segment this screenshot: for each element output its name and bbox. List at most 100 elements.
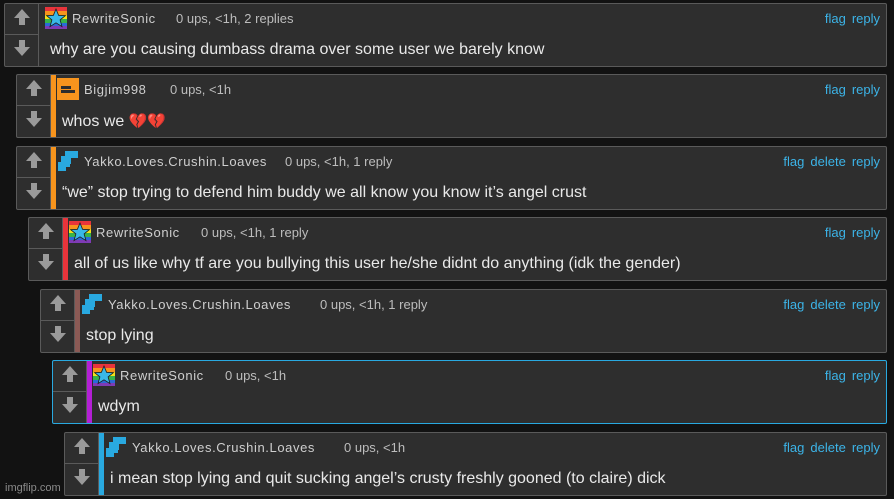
thread-depth-stripe <box>51 147 56 209</box>
reply-link[interactable]: reply <box>852 11 880 26</box>
comment-text: whos we <box>62 113 125 130</box>
reply-link[interactable]: reply <box>852 225 880 240</box>
arrow-up-icon <box>13 8 31 31</box>
vote-column <box>65 433 99 495</box>
comment-text: i mean stop lying and quit sucking angel… <box>110 470 666 487</box>
comment-meta: 0 ups, <1h <box>344 440 406 455</box>
reply-link[interactable]: reply <box>852 440 880 455</box>
delete-link[interactable]: delete <box>810 440 845 455</box>
comment-text: stop lying <box>86 327 154 344</box>
comment-author[interactable]: Bigjim998 <box>84 82 147 97</box>
upvote-button[interactable] <box>5 4 38 35</box>
arrow-down-icon <box>61 396 79 419</box>
thread-depth-stripe <box>51 75 56 137</box>
flag-link[interactable]: flag <box>783 297 804 312</box>
downvote-button[interactable] <box>17 177 50 209</box>
thread-depth-stripe <box>63 218 68 280</box>
arrow-up-icon <box>25 151 43 174</box>
comment-actions: flag delete reply <box>777 154 880 169</box>
arrow-up-icon <box>25 79 43 102</box>
arrow-down-icon <box>25 110 43 133</box>
downvote-button[interactable] <box>29 248 62 280</box>
vote-column <box>29 218 63 280</box>
arrow-up-icon <box>61 365 79 388</box>
comment-actions: flag reply <box>819 225 880 240</box>
comment-body: whos we 💔💔 <box>62 112 166 131</box>
comment-meta: 0 ups, <1h <box>170 82 232 97</box>
comment-author[interactable]: Yakko.Loves.Crushin.Loaves <box>108 297 291 312</box>
flag-link[interactable]: flag <box>825 225 846 240</box>
comment: RewriteSonic 0 ups, <1h, 1 reply flag reply… <box>28 217 887 281</box>
comment-meta: 0 ups, <1h, 1 reply <box>201 225 309 240</box>
comment-actions: flag reply <box>819 11 880 26</box>
comment-meta: 0 ups, <1h <box>225 368 287 383</box>
blue-pixel-icon[interactable] <box>57 150 79 172</box>
comment-actions: flag delete reply <box>777 297 880 312</box>
vote-column <box>53 361 87 423</box>
vote-column <box>17 147 51 209</box>
comment-author[interactable]: RewriteSonic <box>96 225 180 240</box>
downvote-button[interactable] <box>5 34 38 66</box>
comment: Bigjim998 0 ups, <1h flag reply whos we 💔💔 <box>16 74 887 138</box>
downvote-button[interactable] <box>65 463 98 495</box>
flag-link[interactable]: flag <box>825 11 846 26</box>
upvote-button[interactable] <box>53 361 86 392</box>
vote-column <box>17 75 51 137</box>
upvote-button[interactable] <box>41 290 74 321</box>
comment-body: “we” stop trying to defend him buddy we … <box>62 184 586 202</box>
flag-link[interactable]: flag <box>783 440 804 455</box>
arrow-down-icon <box>13 39 31 62</box>
upvote-button[interactable] <box>17 75 50 106</box>
upvote-button[interactable] <box>17 147 50 178</box>
reply-link[interactable]: reply <box>852 297 880 312</box>
comment: Yakko.Loves.Crushin.Loaves 0 ups, <1h, 1 … <box>16 146 887 210</box>
comment-body: i mean stop lying and quit sucking angel… <box>110 470 666 488</box>
rainbow-star-icon[interactable] <box>69 221 91 243</box>
comment-text: all of us like why tf are you bullying t… <box>74 255 681 272</box>
flag-link[interactable]: flag <box>825 368 846 383</box>
comment-meta: 0 ups, <1h, 2 replies <box>176 11 294 26</box>
blue-pixel-icon[interactable] <box>105 436 127 458</box>
arrow-down-icon <box>37 253 55 276</box>
reply-link[interactable]: reply <box>852 368 880 383</box>
rainbow-star-icon[interactable] <box>93 364 115 386</box>
thread-depth-stripe <box>99 433 104 495</box>
delete-link[interactable]: delete <box>810 154 845 169</box>
comment-actions: flag reply <box>819 368 880 383</box>
arrow-down-icon <box>73 468 91 491</box>
arrow-up-icon <box>73 437 91 460</box>
comment-actions: flag reply <box>819 82 880 97</box>
downvote-button[interactable] <box>41 320 74 352</box>
downvote-button[interactable] <box>17 105 50 137</box>
arrow-down-icon <box>25 182 43 205</box>
comment-body: why are you causing dumbass drama over s… <box>50 41 544 59</box>
orange-block-icon[interactable] <box>57 78 79 100</box>
arrow-up-icon <box>37 222 55 245</box>
vote-column <box>41 290 75 352</box>
reply-link[interactable]: reply <box>852 82 880 97</box>
delete-link[interactable]: delete <box>810 297 845 312</box>
flag-link[interactable]: flag <box>825 82 846 97</box>
thread-depth-stripe <box>75 290 80 352</box>
flag-link[interactable]: flag <box>783 154 804 169</box>
comment-body: wdym <box>98 398 140 416</box>
comment-author[interactable]: RewriteSonic <box>72 11 156 26</box>
comment: Yakko.Loves.Crushin.Loaves 0 ups, <1h, 1 … <box>40 289 887 353</box>
comment-author[interactable]: Yakko.Loves.Crushin.Loaves <box>132 440 315 455</box>
comment-author[interactable]: Yakko.Loves.Crushin.Loaves <box>84 154 267 169</box>
comment-text: “we” stop trying to defend him buddy we … <box>62 184 587 201</box>
comment-actions: flag delete reply <box>777 440 880 455</box>
broken-heart-emoji: 💔💔 <box>128 113 167 130</box>
comment: RewriteSonic 0 ups, <1h flag reply wdym <box>52 360 887 424</box>
comment-body: stop lying <box>86 327 154 345</box>
watermark: imgflip.com <box>5 482 61 494</box>
reply-link[interactable]: reply <box>852 154 880 169</box>
comment-body: all of us like why tf are you bullying t… <box>74 255 681 273</box>
upvote-button[interactable] <box>65 433 98 464</box>
blue-pixel-icon[interactable] <box>81 293 103 315</box>
rainbow-star-icon[interactable] <box>45 7 67 29</box>
downvote-button[interactable] <box>53 391 86 423</box>
comment: Yakko.Loves.Crushin.Loaves 0 ups, <1h flag… <box>64 432 887 496</box>
upvote-button[interactable] <box>29 218 62 249</box>
comment-author[interactable]: RewriteSonic <box>120 368 204 383</box>
